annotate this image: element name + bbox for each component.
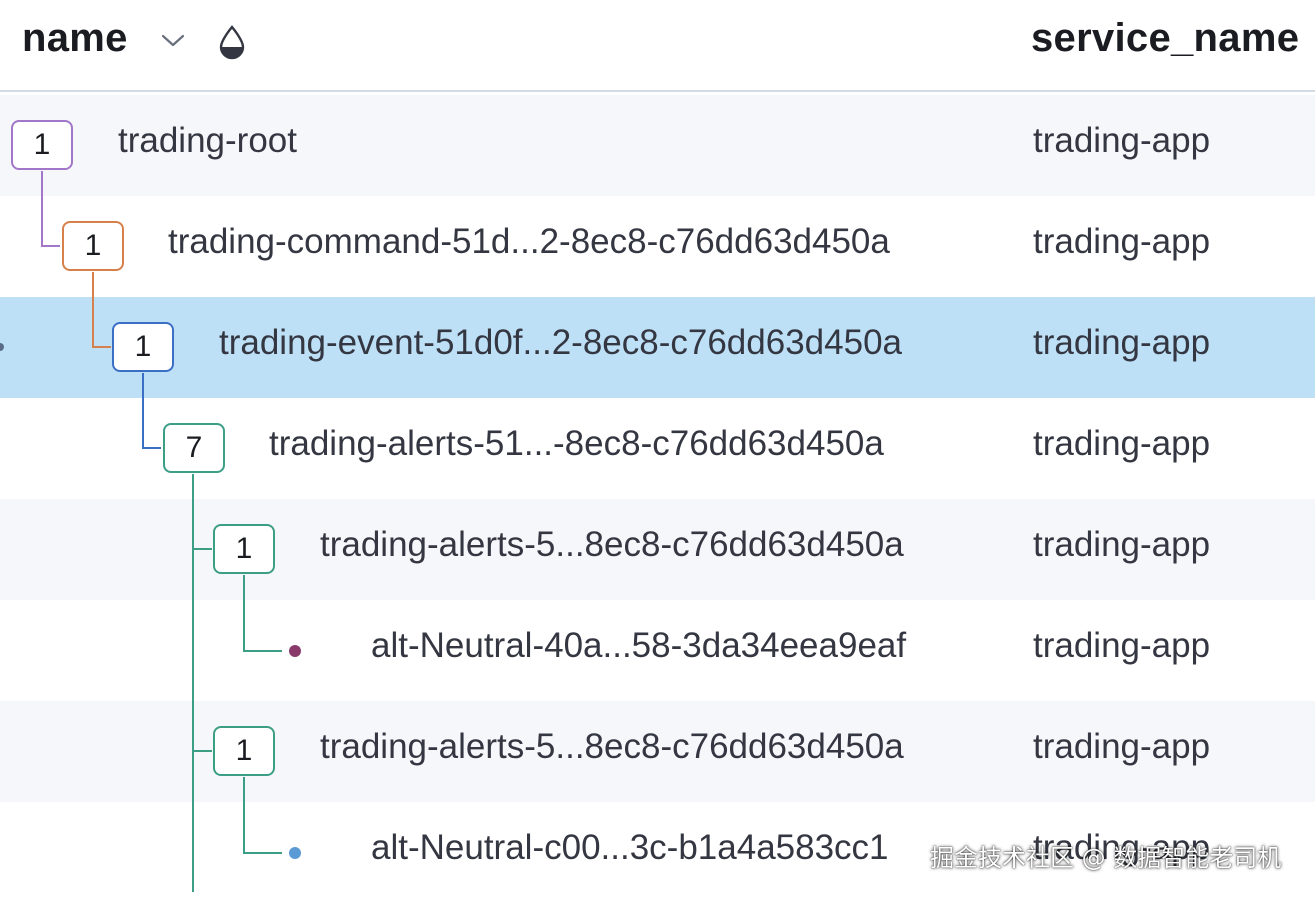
child-count-badge[interactable]: 1 <box>213 726 275 776</box>
span-name[interactable]: alt-Neutral-c00...3c-b1a4a583cc1 <box>371 828 889 868</box>
child-count-badge[interactable]: 1 <box>213 524 275 574</box>
watermark: 掘金技术社区 @ 数据智能老司机 <box>930 844 1282 872</box>
span-name[interactable]: trading-root <box>118 121 297 161</box>
service-name-cell: trading-app <box>1033 323 1211 362</box>
child-count-badge[interactable]: 1 <box>112 322 174 372</box>
leaf-dot-icon <box>289 847 301 859</box>
service-name-cell: trading-app <box>1033 626 1211 665</box>
span-name[interactable]: trading-alerts-51...-8ec8-c76dd63d450a <box>269 424 884 464</box>
service-name-cell: trading-app <box>1033 121 1211 160</box>
service-name-cell: trading-app <box>1033 424 1211 463</box>
table-row-selected[interactable]: trading-event-51d0f...2-8ec8-c76dd63d450… <box>0 297 1315 398</box>
child-count-badge[interactable]: 1 <box>11 120 73 170</box>
drop-icon[interactable] <box>217 24 247 60</box>
selection-marker <box>0 343 4 351</box>
span-name[interactable]: trading-command-51d...2-8ec8-c76dd63d450… <box>168 222 890 262</box>
service-name-cell: trading-app <box>1033 727 1211 766</box>
child-count-badge[interactable]: 1 <box>62 221 124 271</box>
span-name[interactable]: alt-Neutral-40a...58-3da34eea9eaf <box>371 626 906 666</box>
chevron-down-icon[interactable] <box>160 32 186 50</box>
span-name[interactable]: trading-event-51d0f...2-8ec8-c76dd63d450… <box>219 323 902 363</box>
child-count-badge[interactable]: 7 <box>163 423 225 473</box>
table-row[interactable]: trading-root trading-app <box>0 95 1315 196</box>
span-name[interactable]: trading-alerts-5...8ec8-c76dd63d450a <box>320 525 904 565</box>
column-header-service-name[interactable]: service_name <box>1031 16 1299 61</box>
leaf-dot-icon <box>289 645 301 657</box>
table-row[interactable]: alt-Neutral-40a...58-3da34eea9eaf tradin… <box>0 600 1315 701</box>
table-header: name service_name <box>0 0 1315 92</box>
table-row[interactable]: trading-command-51d...2-8ec8-c76dd63d450… <box>0 196 1315 297</box>
span-name[interactable]: trading-alerts-5...8ec8-c76dd63d450a <box>320 727 904 767</box>
service-name-cell: trading-app <box>1033 222 1211 261</box>
column-header-name[interactable]: name <box>22 16 128 61</box>
service-name-cell: trading-app <box>1033 525 1211 564</box>
table-row[interactable]: trading-alerts-5...8ec8-c76dd63d450a tra… <box>0 499 1315 600</box>
table-row[interactable]: trading-alerts-5...8ec8-c76dd63d450a tra… <box>0 701 1315 802</box>
